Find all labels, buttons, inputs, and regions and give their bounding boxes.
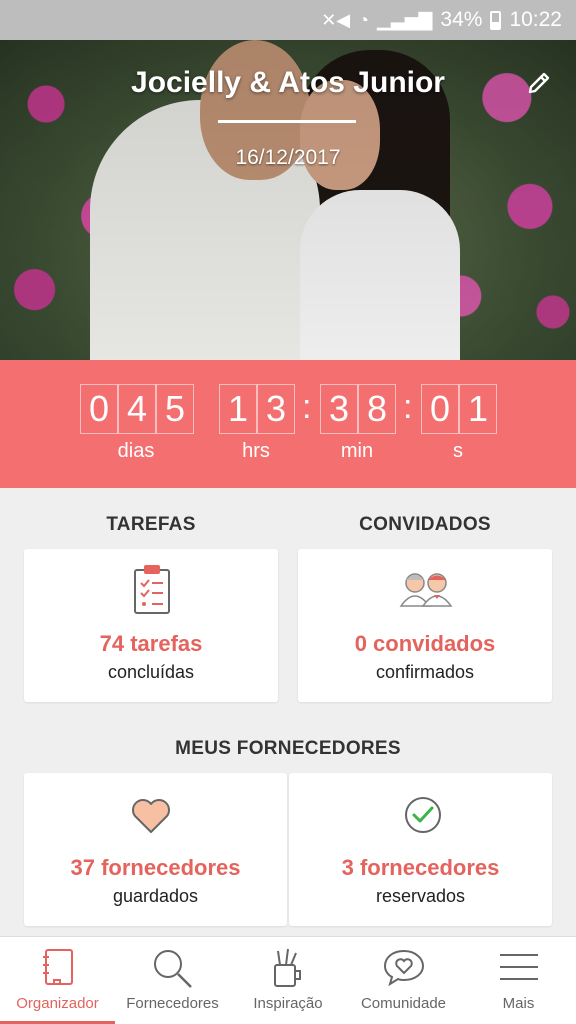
countdown-days-digit: 0 xyxy=(80,384,118,434)
heart-icon xyxy=(132,799,170,833)
nav-inspiracao-label: Inspiração xyxy=(253,995,323,1012)
couple-name: Jocielly & Atos Junior xyxy=(131,66,445,99)
wifi-icon: ◔ xyxy=(358,9,370,30)
guests-subtitle: confirmados xyxy=(375,662,475,682)
countdown-minutes-label: min xyxy=(340,440,374,462)
suppliers-title: MEUS FORNECEDORES xyxy=(175,738,401,759)
heart-chat-icon xyxy=(383,949,425,987)
status-bar: ✕◀ ◔ ▁▃▅▇ 34% 10:22 xyxy=(0,0,576,40)
guests-card[interactable]: 0 convidados confirmados xyxy=(298,549,552,702)
nav-inspiracao[interactable]: Inspiração xyxy=(230,937,346,1024)
wedding-date: 16/12/2017 xyxy=(235,146,341,169)
countdown-seconds-digit: 1 xyxy=(459,384,497,434)
saved-suppliers-subtitle: guardados xyxy=(112,886,199,906)
guests-count: 0 convidados xyxy=(354,631,496,656)
countdown-colon: : xyxy=(403,388,413,426)
booked-suppliers-subtitle: reservados xyxy=(375,886,466,906)
saved-suppliers-count: 37 fornecedores xyxy=(70,855,241,880)
battery-percent: 34% xyxy=(440,8,483,31)
mute-icon: ✕◀ xyxy=(321,9,351,30)
nav-mais[interactable]: Mais xyxy=(461,937,576,1024)
check-circle-icon xyxy=(405,797,441,833)
countdown-minutes-digit: 3 xyxy=(320,384,358,434)
countdown-days-digit: 4 xyxy=(118,384,156,434)
menu-icon xyxy=(500,954,538,980)
tasks-card[interactable]: 74 tarefas concluídas xyxy=(24,549,278,702)
saved-suppliers-card[interactable]: 37 fornecedores guardados xyxy=(24,773,287,926)
countdown-days-label: dias xyxy=(117,440,155,462)
nav-fornecedores-label: Fornecedores xyxy=(126,995,219,1012)
name-underline xyxy=(218,120,356,123)
nav-fornecedores[interactable]: Fornecedores xyxy=(115,937,230,1024)
countdown-timer: 0 4 5 1 3 : 3 8 : 0 1 xyxy=(0,360,576,488)
countdown-colon: : xyxy=(302,388,312,426)
guests-couple-icon xyxy=(399,573,453,607)
edit-pencil-icon[interactable] xyxy=(524,68,554,98)
tasks-subtitle: concluídas xyxy=(107,662,195,682)
notebook-icon xyxy=(43,949,73,985)
nav-comunidade[interactable]: Comunidade xyxy=(346,937,461,1024)
nav-comunidade-label: Comunidade xyxy=(360,995,447,1012)
tasks-count: 74 tarefas xyxy=(99,631,203,656)
countdown-hours-digit: 3 xyxy=(257,384,295,434)
guests-title: CONVIDADOS xyxy=(359,514,491,535)
clock: 10:22 xyxy=(509,8,562,31)
search-icon xyxy=(154,950,192,988)
tasks-title: TAREFAS xyxy=(106,514,196,535)
bottom-navigation: Organizador Fornecedores Inspiração Comu… xyxy=(0,936,576,1024)
countdown-seconds-digit: 0 xyxy=(421,384,459,434)
countdown-minutes-digit: 8 xyxy=(358,384,396,434)
pencil-cup-icon xyxy=(274,948,301,987)
booked-suppliers-count: 3 fornecedores xyxy=(341,855,500,880)
countdown-hours-digit: 1 xyxy=(219,384,257,434)
countdown-days-digit: 5 xyxy=(156,384,194,434)
signal-icon: ▁▃▅▇ xyxy=(377,9,433,30)
nav-organizador[interactable]: Organizador xyxy=(0,937,115,1024)
clipboard-checklist-icon xyxy=(134,565,170,614)
countdown-hours-label: hrs xyxy=(242,440,270,462)
countdown-seconds-label: s xyxy=(453,440,463,462)
nav-mais-label: Mais xyxy=(502,995,535,1012)
battery-icon xyxy=(490,10,502,30)
nav-organizador-label: Organizador xyxy=(16,995,99,1012)
booked-suppliers-card[interactable]: 3 fornecedores reservados xyxy=(289,773,552,926)
